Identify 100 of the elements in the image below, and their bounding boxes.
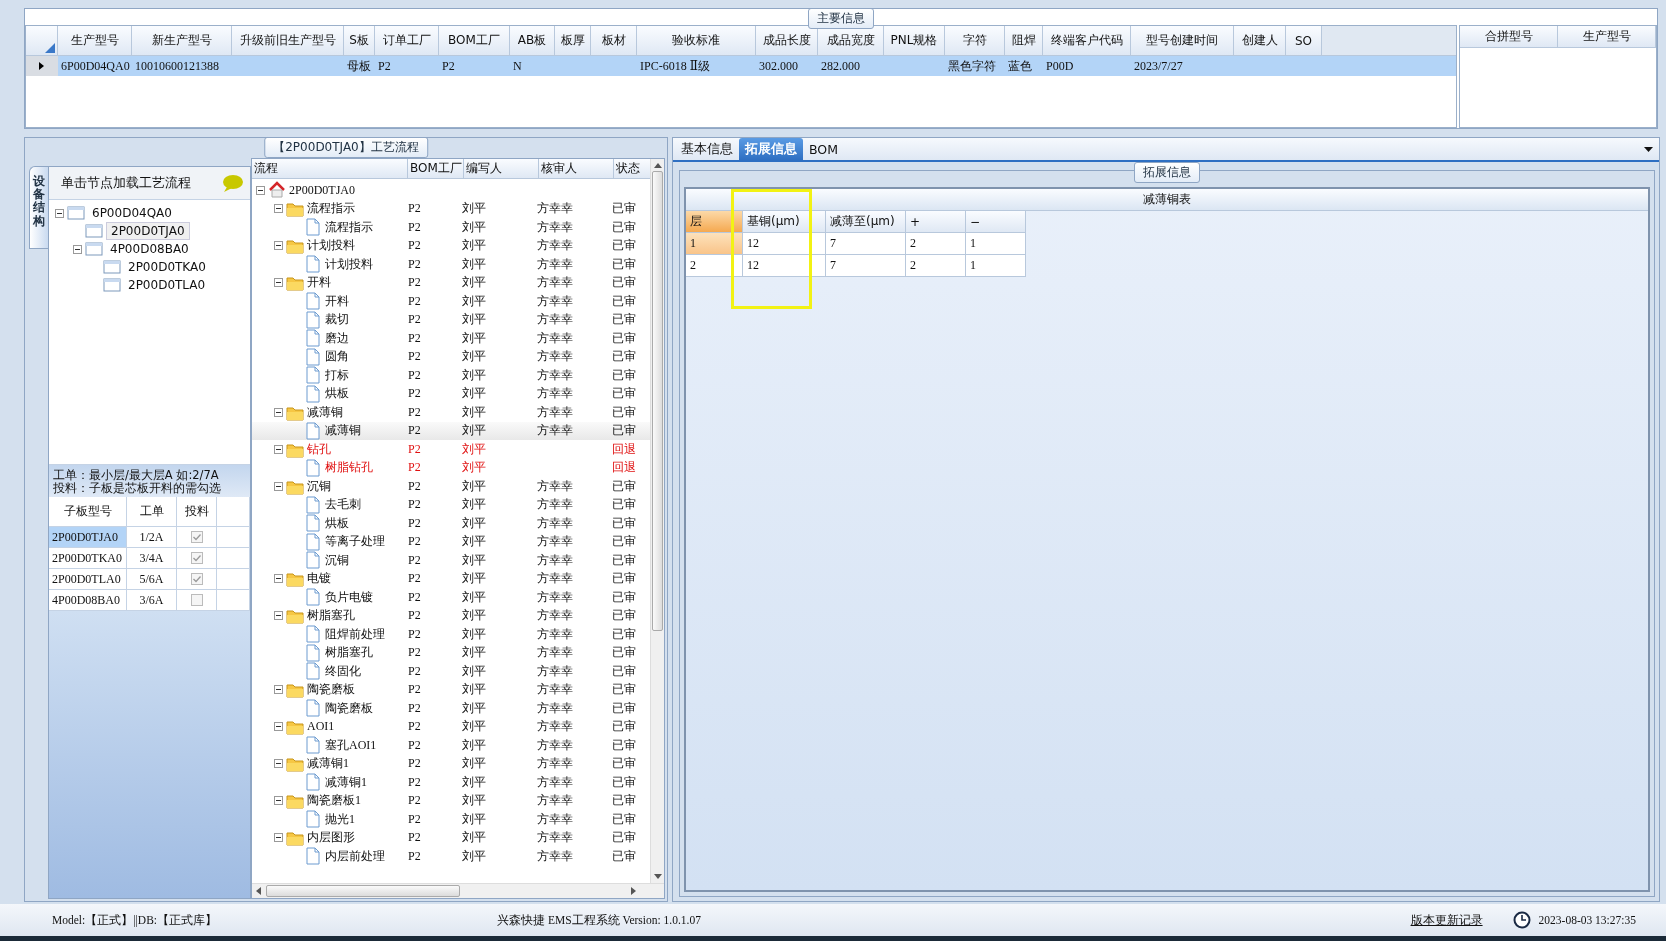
tree-item[interactable]: 钻孔 [307,440,331,458]
tree-item[interactable]: 计划投料 [307,237,355,255]
column-header[interactable]: 生产型号 [1558,26,1656,48]
tree-row[interactable]: 裁切 P2 刘平 方幸幸 已审 [252,310,650,329]
tree-row[interactable]: 陶瓷磨板 P2 刘平 方幸幸 已审 [252,680,650,699]
tree-row[interactable]: 减薄铜 P2 刘平 方幸幸 已审 [252,403,650,422]
changelog-link[interactable]: 版本更新记录 [1410,911,1483,929]
tree-row[interactable]: 等离子处理 P2 刘平 方幸幸 已审 [252,532,650,551]
tree-row[interactable]: 圆角 P2 刘平 方幸幸 已审 [252,347,650,366]
tree-item[interactable]: 减薄铜1 [307,755,349,773]
tree-row[interactable]: 树脂钻孔 P2 刘平 回退 [252,458,650,477]
tree-item[interactable]: 内层图形 [307,829,355,847]
column-header[interactable]: S板 [344,26,375,56]
tree-item[interactable]: 负片电镀 [325,588,373,606]
tree-row[interactable]: 计划投料 P2 刘平 方幸幸 已审 [252,236,650,255]
column-header[interactable]: SO [1286,26,1322,56]
column-header[interactable]: 投料 [177,497,217,527]
collapse-icon[interactable] [274,833,283,843]
tree-row[interactable]: 流程指示 P2 刘平 方幸幸 已审 [252,199,650,218]
tree-item[interactable]: 等离子处理 [325,533,385,551]
tree-item[interactable]: 陶瓷磨板 [325,699,373,717]
column-header[interactable]: + [906,211,966,233]
tree-row[interactable]: 电镀 P2 刘平 方幸幸 已审 [252,569,650,588]
tree-row[interactable]: 负片电镀 P2 刘平 方幸幸 已审 [252,588,650,607]
tree-row[interactable]: AOI1 P2 刘平 方幸幸 已审 [252,717,650,736]
column-header[interactable]: 终端客户代码 [1043,26,1131,56]
collapse-icon[interactable] [73,244,82,254]
column-header[interactable]: 编写人 [464,159,539,179]
tree-item[interactable]: 电镀 [307,570,331,588]
tree-row[interactable]: 减薄铜1 P2 刘平 方幸幸 已审 [252,773,650,792]
collapse-icon[interactable] [274,574,283,584]
column-header[interactable]: 订单工厂 [375,26,439,56]
tab[interactable]: 基本信息 [675,138,739,160]
column-header[interactable]: 验收标准 [637,26,756,56]
tree-row[interactable]: 烘板 P2 刘平 方幸幸 已审 [252,384,650,403]
tree-item[interactable]: 阻焊前处理 [325,625,385,643]
column-header[interactable]: 阻焊 [1005,26,1043,56]
tree-row[interactable]: 钻孔 P2 刘平 回退 [252,440,650,459]
column-header[interactable]: 工单 [127,497,177,527]
tree-item[interactable]: 树脂塞孔 [325,644,373,662]
tree-row[interactable]: 阻焊前处理 P2 刘平 方幸幸 已审 [252,625,650,644]
column-header[interactable]: 板材 [591,26,637,56]
side-tab[interactable]: 设备结构 [29,166,48,249]
tree-row[interactable]: 陶瓷磨板1 P2 刘平 方幸幸 已审 [252,791,650,810]
column-header[interactable]: 流程 [252,159,408,179]
tree-item[interactable]: 内层前处理 [325,847,385,865]
column-header[interactable]: 减薄至(μm) [826,211,906,233]
tree-item[interactable]: 烘板 [325,514,349,532]
tree-item[interactable]: 陶瓷磨板 [307,681,355,699]
collapse-icon[interactable] [274,759,283,769]
tree-row[interactable]: 流程指示 P2 刘平 方幸幸 已审 [252,218,650,237]
tree-row[interactable]: 终固化 P2 刘平 方幸幸 已审 [252,662,650,681]
column-header[interactable]: 板厚 [555,26,591,56]
table-row[interactable]: 6P00D04QA0 10010600121388 母板 P2 P2 N IPC-6018 Ⅱ级 302.000 282.000 黑色字符 蓝色 P00D 2023/7/27 [26,56,1456,76]
tree-item[interactable]: 流程指示 [307,200,355,218]
collapse-icon[interactable] [274,407,283,417]
tree-item[interactable]: 陶瓷磨板1 [307,792,361,810]
collapse-icon[interactable] [274,241,283,251]
column-header[interactable]: 字符 [945,26,1005,56]
tree-row[interactable]: 树脂塞孔 P2 刘平 方幸幸 已审 [252,643,650,662]
tree-item[interactable]: 塞孔AOI1 [325,736,377,754]
tree-row[interactable]: 计划投料 P2 刘平 方幸幸 已审 [252,255,650,274]
tree-row[interactable]: 树脂塞孔 P2 刘平 方幸幸 已审 [252,606,650,625]
tree-item[interactable]: 树脂钻孔 [325,459,373,477]
tree-item[interactable]: 磨边 [325,329,349,347]
tree-item[interactable]: 减薄铜 [307,403,343,421]
tree-item[interactable]: 流程指示 [325,218,373,236]
column-header[interactable]: BOM工厂 [439,26,510,56]
column-header[interactable]: 升级前旧生产型号 [232,26,344,56]
collapse-icon[interactable] [274,685,283,695]
tree-item[interactable]: 烘板 [325,385,349,403]
tree-row[interactable]: 减薄铜1 P2 刘平 方幸幸 已审 [252,754,650,773]
scrollbar[interactable] [252,883,664,898]
tree-item[interactable]: 树脂塞孔 [307,607,355,625]
tree-row[interactable]: 减薄铜 P2 刘平 方幸幸 已审 [252,421,650,440]
collapse-icon[interactable] [274,481,283,491]
tree-item[interactable]: 2P00D0TJA0 [289,182,355,198]
column-header[interactable]: 创建人 [1234,26,1286,56]
tree-item[interactable]: 终固化 [325,662,361,680]
column-header[interactable]: − [966,211,1026,233]
column-header[interactable]: 基铜(μm) [743,211,826,233]
tree-row[interactable]: 陶瓷磨板 P2 刘平 方幸幸 已审 [252,699,650,718]
tab[interactable]: 拓展信息 [739,138,803,160]
tree-row[interactable]: 抛光1 P2 刘平 方幸幸 已审 [252,810,650,829]
checkbox[interactable] [190,531,203,543]
tree-row[interactable]: 开料 P2 刘平 方幸幸 已审 [252,292,650,311]
tree-item[interactable]: AOI1 [307,719,335,735]
tree-item[interactable]: 减薄铜 [325,422,361,440]
collapse-icon[interactable] [274,611,283,621]
column-header[interactable]: PNL规格 [884,26,945,56]
collapse-icon[interactable] [274,444,283,454]
column-header[interactable]: 层 [686,211,743,233]
tree-item[interactable]: 圆角 [325,348,349,366]
tree-row[interactable]: 沉铜 P2 刘平 方幸幸 已审 [252,477,650,496]
tree-item[interactable]: 裁切 [325,311,349,329]
collapse-icon[interactable] [274,722,283,732]
tree-row[interactable]: 沉铜 P2 刘平 方幸幸 已审 [252,551,650,570]
tab[interactable]: BOM [803,138,844,160]
tree-item[interactable]: 沉铜 [325,551,349,569]
collapse-icon[interactable] [256,185,265,195]
